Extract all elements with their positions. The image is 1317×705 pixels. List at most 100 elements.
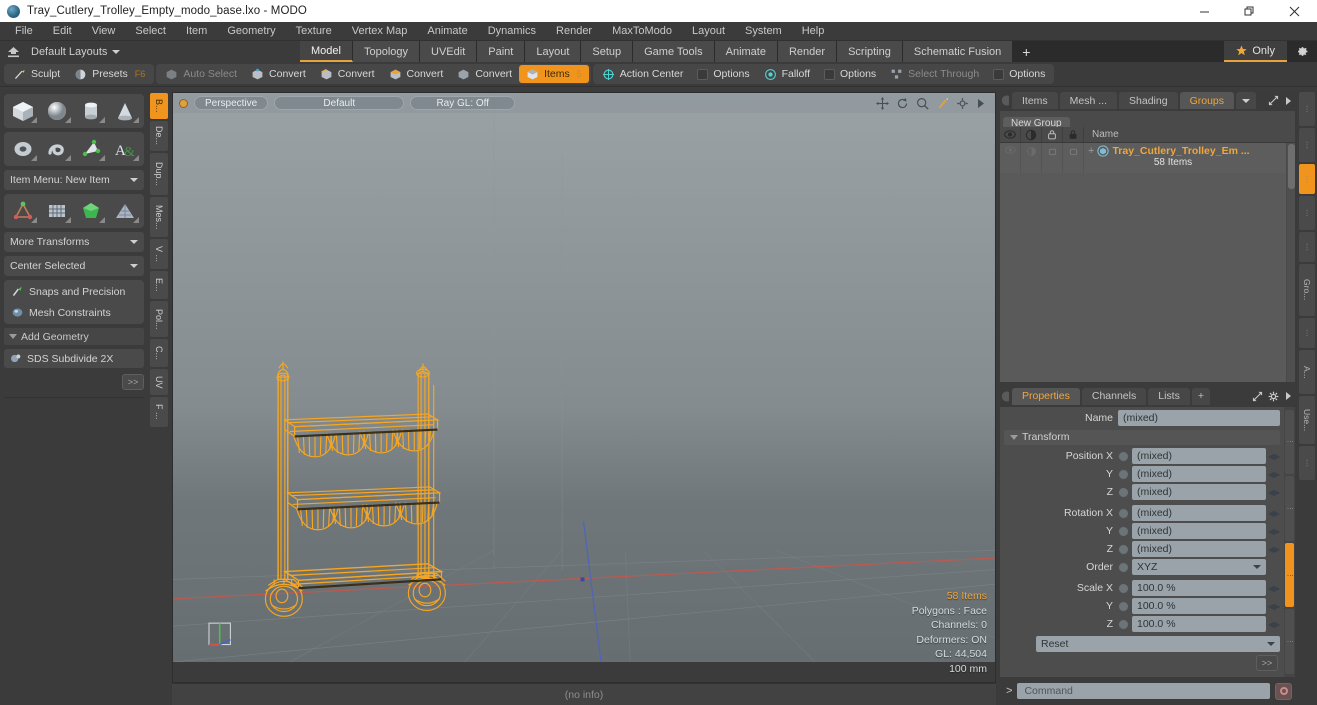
menu-help[interactable]: Help: [792, 22, 835, 41]
settings-gear-button[interactable]: [1287, 41, 1317, 62]
channel-toggle-icon[interactable]: [1118, 618, 1129, 630]
position-z-field[interactable]: (mixed): [1132, 484, 1266, 500]
channel-toggle-icon[interactable]: [1118, 543, 1129, 555]
rrail-tab-7[interactable]: ⋯: [1299, 318, 1315, 348]
falloff-button[interactable]: Falloff: [757, 65, 817, 83]
only-toggle-button[interactable]: Only: [1224, 41, 1287, 62]
rail-segment-1[interactable]: ⋮: [1285, 409, 1294, 475]
select-tool-icon[interactable]: [936, 97, 949, 110]
gem-tool[interactable]: [75, 197, 107, 225]
select-through-options-button[interactable]: Options: [986, 65, 1052, 83]
stepper-icon[interactable]: ◀▶: [1268, 599, 1280, 613]
tab-render[interactable]: Render: [777, 41, 838, 62]
channel-toggle-icon[interactable]: [1118, 561, 1129, 573]
row-lock-toggle[interactable]: [1042, 143, 1063, 173]
row-name-cell[interactable]: + Tray_Cutlery_Trolley_Em ... 58 Items: [1084, 143, 1286, 173]
pan-icon[interactable]: [876, 96, 889, 110]
tab-properties[interactable]: Properties: [1012, 387, 1080, 405]
sds-subdivide-button[interactable]: SDS Subdivide 2X: [4, 349, 144, 368]
cylinder-tool[interactable]: [75, 97, 107, 125]
array-tool[interactable]: [109, 197, 141, 225]
auto-select-button[interactable]: Auto Select: [158, 65, 244, 83]
expand-icon[interactable]: [1268, 95, 1279, 106]
default-layouts-dropdown[interactable]: Default Layouts: [26, 46, 121, 58]
stepper-icon[interactable]: ◀▶: [1268, 524, 1280, 538]
rotation-z-field[interactable]: (mixed): [1132, 541, 1266, 557]
stepper-icon[interactable]: ◀▶: [1268, 581, 1280, 595]
expand-more-button[interactable]: >>: [122, 374, 144, 390]
joint-tool[interactable]: [7, 197, 39, 225]
position-y-field[interactable]: (mixed): [1132, 466, 1266, 482]
menu-view[interactable]: View: [82, 22, 126, 41]
menu-animate[interactable]: Animate: [417, 22, 477, 41]
arrow-right-icon[interactable]: [1284, 391, 1292, 401]
rail-segment-2[interactable]: ⋮: [1285, 476, 1294, 541]
rrail-tab-1[interactable]: ⋯: [1299, 92, 1315, 126]
stepper-icon[interactable]: ◀▶: [1268, 467, 1280, 481]
presets-button[interactable]: Presets F6: [67, 65, 152, 83]
command-input[interactable]: Command: [1017, 683, 1270, 699]
gear-icon[interactable]: [1268, 391, 1279, 402]
3d-viewport[interactable]: Perspective Default Ray GL: Off +Z 58 It…: [172, 92, 996, 683]
tree-scrollbar-thumb[interactable]: [1288, 144, 1295, 189]
rrail-tab-active[interactable]: ⋯: [1299, 164, 1315, 194]
tree-scrollbar[interactable]: [1286, 143, 1295, 382]
tab-overflow-button[interactable]: [1236, 92, 1257, 109]
rail-segment-4[interactable]: ⋮: [1285, 609, 1294, 674]
vtab-fusion[interactable]: F ...: [150, 397, 168, 427]
tab-animate[interactable]: Animate: [714, 41, 778, 62]
tab-uvedit[interactable]: UVEdit: [420, 41, 478, 62]
viewport-menu-dot-icon[interactable]: [179, 98, 188, 108]
rrail-tab-groups[interactable]: Gro...: [1299, 264, 1315, 316]
channel-toggle-icon[interactable]: [1118, 525, 1129, 537]
action-center-options-button[interactable]: Options: [690, 65, 756, 83]
item-menu-dropdown[interactable]: Item Menu: New Item: [4, 170, 144, 190]
scale-y-field[interactable]: 100.0 %: [1132, 598, 1266, 614]
vtab-mesh-edit[interactable]: Mes...: [150, 197, 168, 237]
menu-texture[interactable]: Texture: [286, 22, 342, 41]
rrail-tab-user[interactable]: Use...: [1299, 396, 1315, 444]
rail-segment-active[interactable]: ⋮: [1285, 542, 1294, 608]
rrail-tab-a[interactable]: A...: [1299, 350, 1315, 394]
center-selected-dropdown[interactable]: Center Selected: [4, 256, 144, 276]
tab-items[interactable]: Items: [1012, 92, 1058, 109]
viewport-projection-pill[interactable]: Perspective: [194, 96, 269, 110]
col-lock[interactable]: [1042, 127, 1063, 142]
name-field[interactable]: (mixed): [1118, 410, 1280, 426]
panel-corner-icon[interactable]: [1002, 95, 1011, 106]
vtab-polygon[interactable]: Pol...: [150, 301, 168, 337]
panel-corner-icon[interactable]: [1002, 391, 1011, 402]
channel-toggle-icon[interactable]: [1118, 450, 1129, 462]
menu-file[interactable]: File: [5, 22, 43, 41]
grid-tool[interactable]: [41, 197, 73, 225]
bezier-tool[interactable]: [75, 135, 107, 163]
viewport-shading-pill[interactable]: Default: [274, 96, 405, 110]
snaps-precision-button[interactable]: Snaps and Precision: [6, 282, 142, 301]
tab-game-tools[interactable]: Game Tools: [633, 41, 715, 62]
stepper-icon[interactable]: ◀▶: [1268, 449, 1280, 463]
falloff-options-button[interactable]: Options: [817, 65, 883, 83]
tab-channels[interactable]: Channels: [1081, 387, 1147, 405]
rrail-tab-4[interactable]: ⋯: [1299, 196, 1315, 230]
row-visibility-toggle[interactable]: [1000, 143, 1021, 173]
order-select[interactable]: XYZ: [1132, 559, 1266, 575]
col-select[interactable]: [1063, 127, 1084, 142]
row-select-toggle[interactable]: [1063, 143, 1084, 173]
vtab-curve[interactable]: C...: [150, 339, 168, 367]
menu-item[interactable]: Item: [176, 22, 217, 41]
arrow-right-icon[interactable]: [976, 98, 985, 109]
vtab-deform[interactable]: De...: [150, 121, 168, 151]
channel-toggle-icon[interactable]: [1118, 507, 1129, 519]
col-visibility[interactable]: [1000, 127, 1021, 142]
add-tab-button[interactable]: +: [1013, 41, 1041, 62]
vtab-duplicate[interactable]: Dup...: [150, 153, 168, 195]
convert-vertices-button[interactable]: Convert: [244, 65, 313, 83]
tab-setup[interactable]: Setup: [581, 41, 634, 62]
channel-toggle-icon[interactable]: [1118, 582, 1129, 594]
tab-model[interactable]: Model: [300, 41, 353, 62]
vtab-uv[interactable]: UV: [150, 369, 168, 395]
channel-toggle-icon[interactable]: [1118, 486, 1129, 498]
record-button[interactable]: [1275, 682, 1292, 700]
viewport-raygl-pill[interactable]: Ray GL: Off: [410, 96, 516, 110]
vtab-basic[interactable]: B...: [150, 93, 168, 119]
